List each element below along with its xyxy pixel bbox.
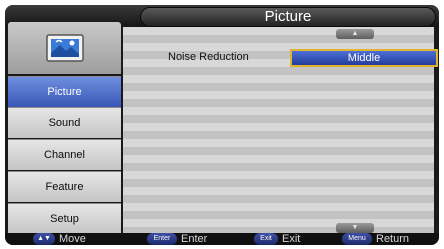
hint-label: Move: [59, 233, 86, 245]
key-hint-bar: ▲▼ Move Enter Enter Exit Exit Menu Retur…: [5, 233, 439, 245]
sidebar-item-feature[interactable]: Feature: [8, 171, 121, 202]
sidebar-item-channel[interactable]: Channel: [8, 139, 121, 170]
sidebar-item-sound[interactable]: Sound: [8, 107, 121, 138]
hint-label: Return: [376, 233, 410, 245]
hint-label: Enter: [181, 233, 208, 245]
exit-key-icon: Exit: [254, 233, 278, 245]
sidebar-menu: Picture Sound Channel Feature Setup: [8, 22, 121, 235]
settings-panel: ▲ Noise Reduction Middle ▼: [123, 27, 438, 235]
setting-label: Noise Reduction: [168, 51, 249, 63]
hint-label: Exit: [282, 233, 301, 245]
menu-key-icon: Menu: [342, 233, 372, 245]
tv-osd-menu: Picture Picture Sound Channel Feature Se…: [5, 5, 439, 245]
category-icon-tile: [8, 22, 121, 74]
scroll-up-button[interactable]: ▲: [336, 29, 374, 39]
page-title: Picture: [140, 7, 436, 27]
setting-value-selector[interactable]: Middle: [290, 49, 438, 67]
enter-key-icon: Enter: [147, 233, 177, 245]
setting-row-noise-reduction[interactable]: Noise Reduction Middle: [123, 49, 438, 67]
picture-category-icon: [46, 34, 84, 62]
sidebar-item-setup[interactable]: Setup: [8, 203, 121, 234]
scroll-down-button[interactable]: ▼: [336, 223, 374, 233]
move-key-icon: ▲▼: [33, 233, 55, 245]
sidebar-item-picture[interactable]: Picture: [8, 76, 121, 107]
